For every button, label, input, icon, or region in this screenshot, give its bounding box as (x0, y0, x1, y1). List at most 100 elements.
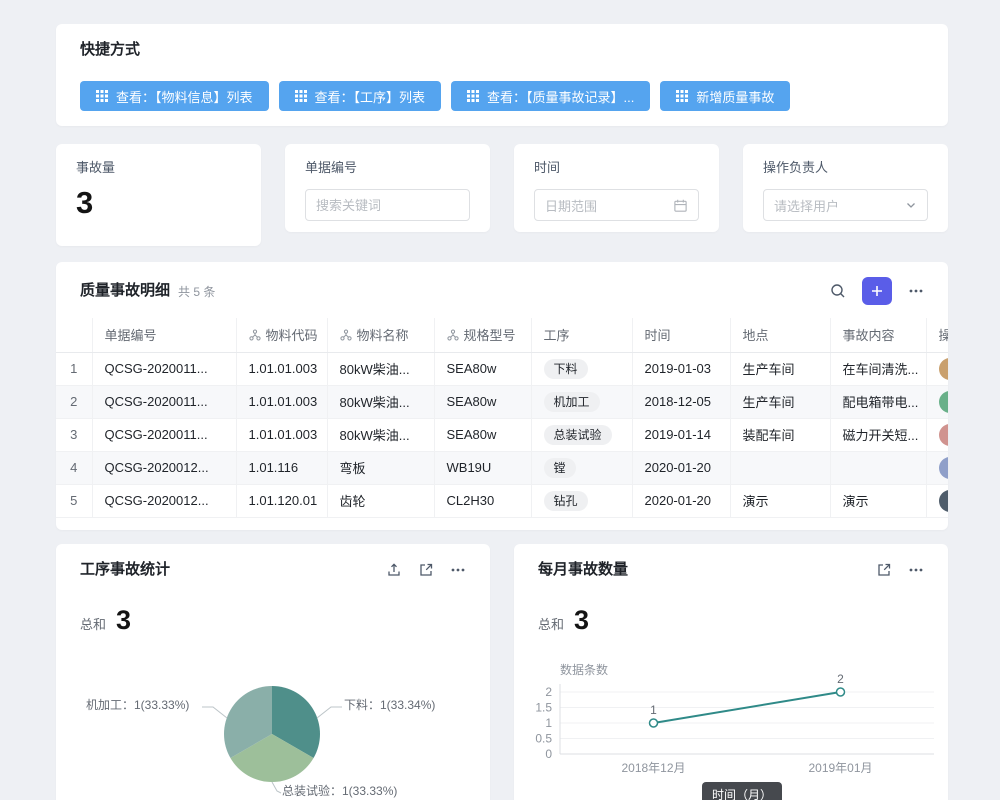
doc-number-label: 单据编号 (305, 159, 470, 177)
table-cell: QCSG-2020011... (92, 352, 236, 385)
row-index: 2 (56, 385, 92, 418)
table-cell: 2020-01-20 (632, 451, 730, 484)
time-filter-card: 时间 日期范围 (514, 144, 719, 232)
pie-callout-bottom: 总装试验：1(33.33%) (282, 782, 397, 799)
time-label: 时间 (534, 159, 699, 177)
column-label: 地点 (743, 328, 769, 343)
detail-table-scroll[interactable]: 单据编号物料代码物料名称规格型号工序时间地点事故内容操 1QCSG-202001… (56, 318, 948, 518)
chevron-down-icon (905, 199, 917, 211)
x-axis-title: 时间（月） (702, 782, 782, 800)
table-cell: 演示 (830, 484, 926, 517)
charts-row: 工序事故统计 总和 3 机加工： (56, 544, 948, 800)
table-cell: 在车间清洗... (830, 352, 926, 385)
line-card-actions (876, 562, 924, 578)
fullscreen-button[interactable] (876, 562, 892, 578)
x-tick-label: 2018年12月 (621, 761, 685, 775)
table-row[interactable]: 3QCSG-2020011...1.01.01.00380kW柴油...SEA8… (56, 418, 948, 451)
avatar (939, 490, 949, 512)
pie-leader-line (202, 707, 227, 718)
more-button[interactable] (908, 562, 924, 578)
export-button[interactable] (386, 562, 402, 578)
monthly-count-card: 每月事故数量 总和 3 00.511.522018年12月2019年01月12数… (514, 544, 948, 800)
quality-accident-detail-card: 质量事故明细 共 5 条 单据编号物料代码物料名称规格型号工序时间地点事故内容操… (56, 262, 948, 530)
apps-grid-icon (467, 90, 479, 102)
table-cell: 80kW柴油... (327, 418, 434, 451)
date-range-input[interactable]: 日期范围 (534, 189, 699, 221)
line-chart-area: 00.511.522018年12月2019年01月12数据条数 时间（月） (514, 644, 948, 800)
column-header: 时间 (632, 318, 730, 352)
column-label: 规格型号 (464, 328, 516, 343)
table-row[interactable]: 5QCSG-2020012...1.01.120.01齿轮CL2H30钻孔202… (56, 484, 948, 517)
table-cell: 1.01.01.003 (236, 352, 327, 385)
operator-cell (926, 451, 948, 484)
table-body: 1QCSG-2020011...1.01.01.00380kW柴油...SEA8… (56, 352, 948, 517)
process-stats-card: 工序事故统计 总和 3 机加工： (56, 544, 490, 800)
column-header: 单据编号 (92, 318, 236, 352)
table-cell: 2019-01-03 (632, 352, 730, 385)
table-cell: SEA80w (434, 418, 531, 451)
table-cell: 1.01.01.003 (236, 418, 327, 451)
column-header: 操 (926, 318, 948, 352)
table-cell: 镗 (531, 451, 632, 484)
column-header: 事故内容 (830, 318, 926, 352)
search-input[interactable] (316, 198, 459, 213)
table-cell: 下料 (531, 352, 632, 385)
table-cell: 1.01.01.003 (236, 385, 327, 418)
total-label: 总和 (80, 614, 106, 633)
accident-count-card: 事故量 3 (56, 144, 261, 246)
apps-grid-icon (96, 90, 108, 102)
shortcut-buttons: 查看：【物料信息】列表 查看：【工序】列表 查看：【质量事故记录】... 新增质… (80, 81, 924, 111)
pie-leader-line (317, 707, 342, 718)
column-label: 工序 (544, 328, 570, 343)
table-row[interactable]: 4QCSG-2020012...1.01.116弯板WB19U镗2020-01-… (56, 451, 948, 484)
search-button[interactable] (830, 283, 846, 299)
column-label: 事故内容 (843, 328, 895, 343)
operator-filter-card: 操作负责人 请选择用户 (743, 144, 948, 232)
table-cell: SEA80w (434, 385, 531, 418)
table-cell: 生产车间 (730, 352, 830, 385)
filter-row: 事故量 3 单据编号 时间 日期范围 操作负责人 请选择用户 (56, 144, 948, 246)
table-cell: 机加工 (531, 385, 632, 418)
relation-icon (340, 329, 352, 341)
pie-card-header: 工序事故统计 (56, 544, 490, 580)
table-cell: CL2H30 (434, 484, 531, 517)
view-quality-record-list-button[interactable]: 查看：【质量事故记录】... (451, 81, 650, 111)
add-quality-accident-button[interactable]: 新增质量事故 (660, 81, 790, 111)
y-tick-label: 0 (545, 747, 552, 761)
table-cell: 磁力开关短... (830, 418, 926, 451)
operator-select[interactable]: 请选择用户 (763, 189, 928, 221)
more-icon (908, 283, 924, 299)
view-material-list-button[interactable]: 查看：【物料信息】列表 (80, 81, 269, 111)
shortcut-label: 查看：【工序】列表 (315, 87, 426, 106)
total-label: 总和 (538, 614, 564, 633)
table-count: 共 5 条 (178, 283, 215, 300)
table-cell: 2020-01-20 (632, 484, 730, 517)
table-cell: 弯板 (327, 451, 434, 484)
more-icon (450, 562, 466, 578)
avatar (939, 457, 949, 479)
line-card-title: 每月事故数量 (538, 560, 628, 580)
table-cell: 配电箱带电... (830, 385, 926, 418)
table-cell: WB19U (434, 451, 531, 484)
view-process-list-button[interactable]: 查看：【工序】列表 (279, 81, 442, 111)
more-button[interactable] (450, 562, 466, 578)
total-value: 3 (574, 604, 589, 636)
column-label: 时间 (645, 328, 671, 343)
column-header: 工序 (531, 318, 632, 352)
plus-icon (870, 284, 884, 298)
fullscreen-button[interactable] (418, 562, 434, 578)
pie-card-actions (386, 562, 466, 578)
data-point-label: 1 (650, 703, 657, 717)
table-cell (730, 451, 830, 484)
table-row[interactable]: 1QCSG-2020011...1.01.01.00380kW柴油...SEA8… (56, 352, 948, 385)
table-cell: 齿轮 (327, 484, 434, 517)
doc-number-search-input[interactable] (305, 189, 470, 221)
avatar (939, 358, 949, 380)
table-row[interactable]: 2QCSG-2020011...1.01.01.00380kW柴油...SEA8… (56, 385, 948, 418)
data-point (837, 688, 845, 696)
add-record-button[interactable] (862, 277, 892, 305)
row-index: 4 (56, 451, 92, 484)
y-tick-label: 0.5 (535, 732, 552, 746)
column-header: 物料名称 (327, 318, 434, 352)
more-button[interactable] (908, 283, 924, 299)
